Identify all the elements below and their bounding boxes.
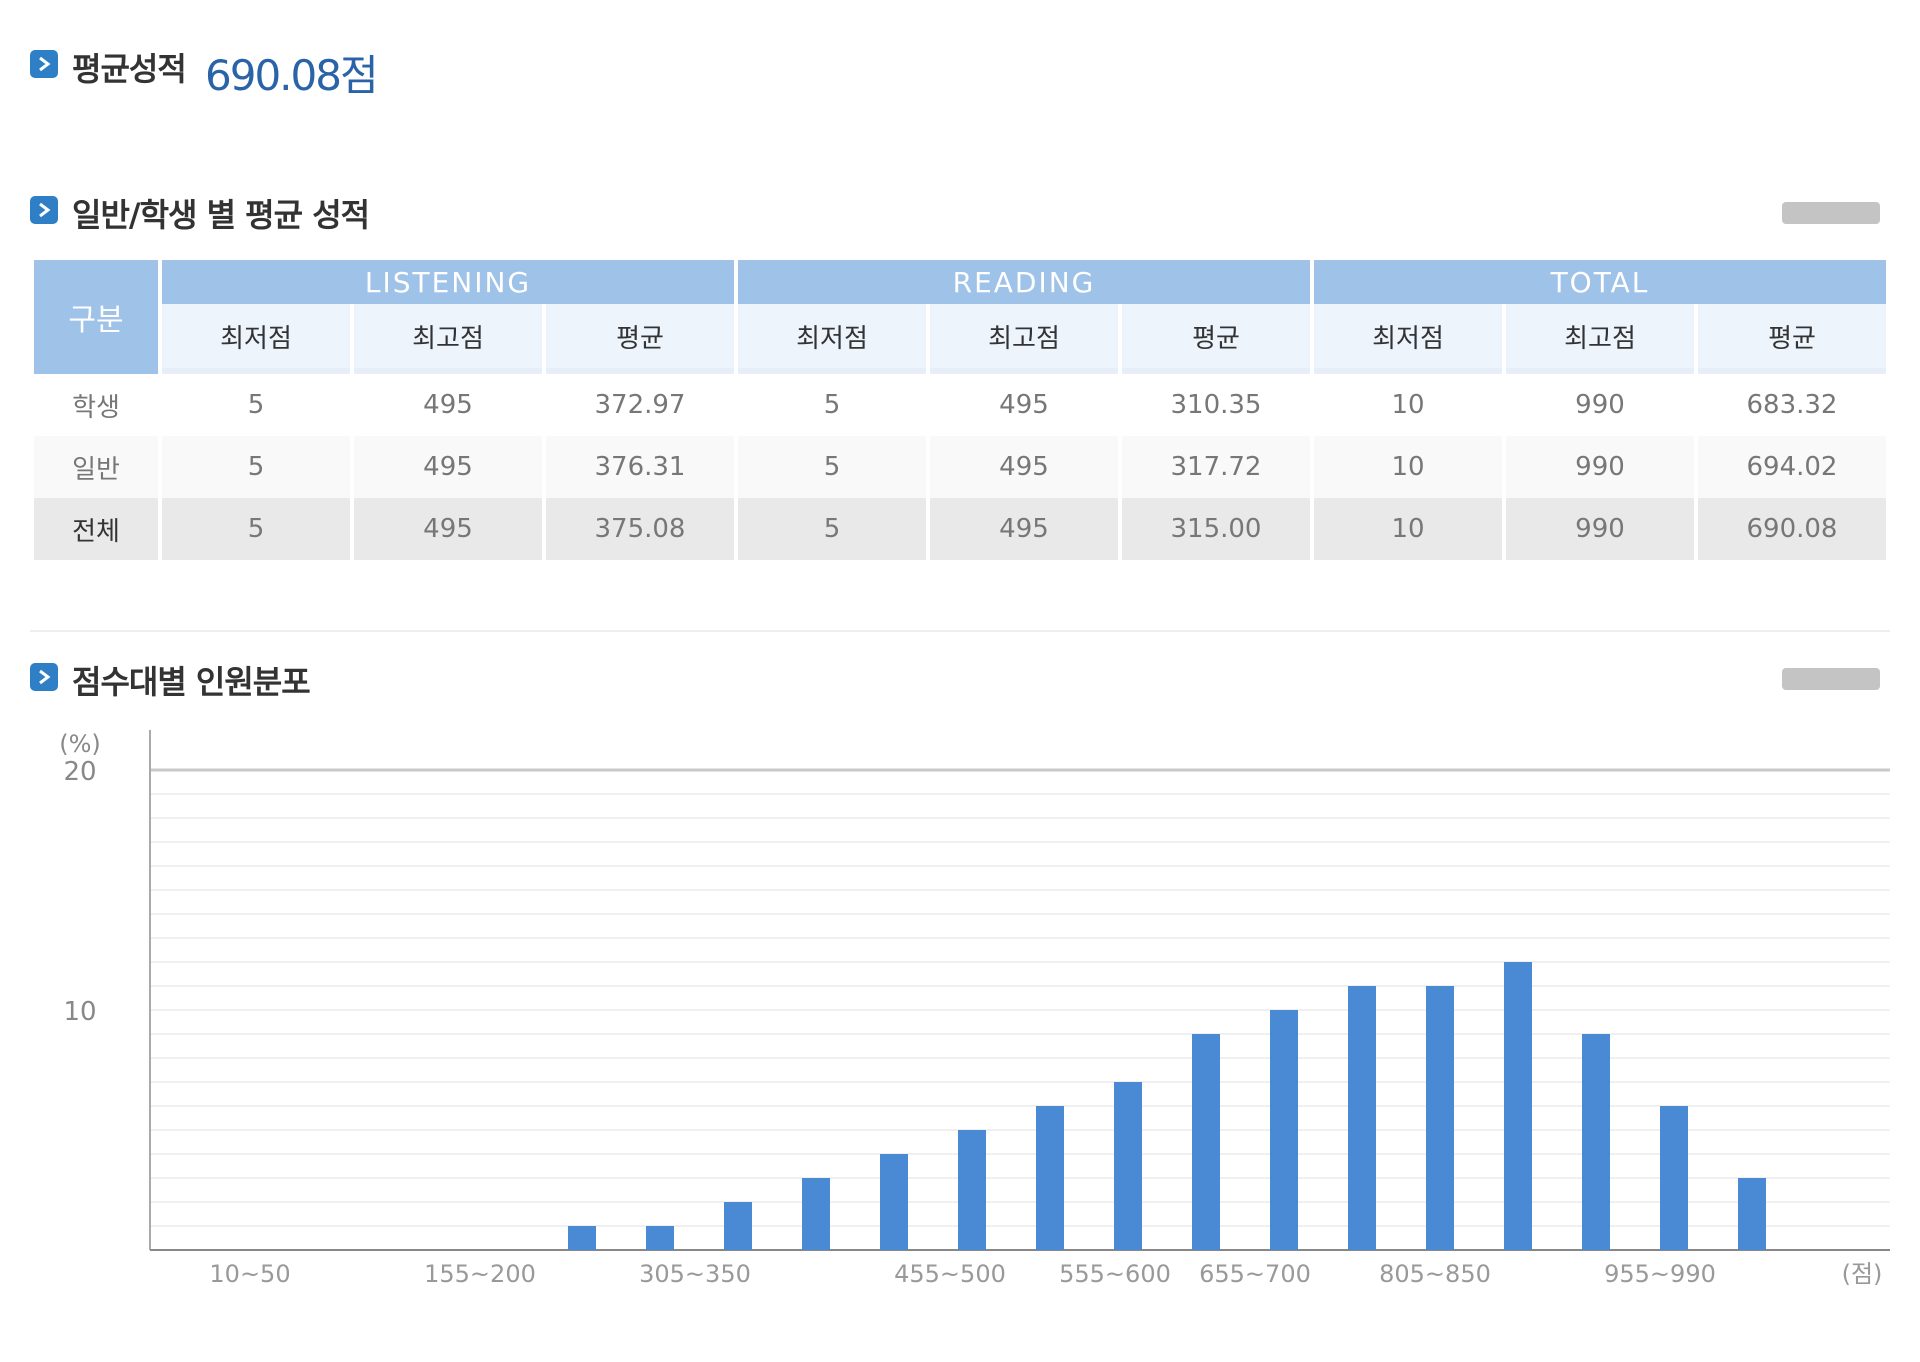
bar [1270,1010,1298,1250]
subheader-avg: 평균 [1122,304,1310,374]
table-row: 일반 5 495 376.31 5 495 317.72 10 990 694.… [34,436,1886,498]
table-cell: 990 [1506,498,1694,560]
table-cell: 5 [162,498,350,560]
bar [1192,1034,1220,1250]
header-gubun: 구분 [34,260,158,374]
table-row: 학생 5 495 372.97 5 495 310.35 10 990 683.… [34,374,1886,436]
bar [646,1226,674,1250]
table-cell: 5 [162,436,350,498]
row-label: 전체 [34,498,158,560]
table-cell: 10 [1314,436,1502,498]
bar [1426,986,1454,1250]
bar [958,1130,986,1250]
table-cell: 690.08 [1698,498,1886,560]
average-score-value: 690.08점 [205,51,379,100]
table-cell: 495 [930,374,1118,436]
table-cell: 5 [162,374,350,436]
row-label: 일반 [34,436,158,498]
x-tick-label: 955~990 [1604,1260,1716,1288]
x-tick-label: 10~50 [209,1260,290,1288]
table-cell: 317.72 [1122,436,1310,498]
table-cell: 694.02 [1698,436,1886,498]
section-divider [30,630,1890,632]
subheader-min: 최저점 [738,304,926,374]
bar [1348,986,1376,1250]
bar [1114,1082,1142,1250]
section-icon [30,196,58,224]
section-icon [30,663,58,691]
table-cell: 495 [930,436,1118,498]
bar [1036,1106,1064,1250]
table-cell: 495 [354,436,542,498]
y-tick-label: 10 [63,997,96,1027]
table-cell: 10 [1314,374,1502,436]
table-cell: 376.31 [546,436,734,498]
section-icon [30,50,58,78]
bar [880,1154,908,1250]
table-cell: 315.00 [1122,498,1310,560]
x-tick-label: 305~350 [639,1260,751,1288]
subheader-min: 최저점 [1314,304,1502,374]
y-tick-label: 20 [63,757,96,787]
table-cell: 495 [354,498,542,560]
score-table: 구분 LISTENING READING TOTAL 최저점 최고점 평균 최저… [30,260,1890,560]
bar [802,1178,830,1250]
bar [724,1202,752,1250]
x-tick-label: 155~200 [424,1260,536,1288]
chevron-right-icon [39,202,51,218]
y-axis-unit-label: (%) [59,730,101,758]
bar [1582,1034,1610,1250]
table-cell: 495 [354,374,542,436]
table-cell: 495 [930,498,1118,560]
subheader-avg: 평균 [546,304,734,374]
table-cell: 372.97 [546,374,734,436]
bar [1660,1106,1688,1250]
header-total: TOTAL [1314,260,1886,304]
subheader-max: 최고점 [930,304,1118,374]
chevron-right-icon [39,56,51,72]
table-cell: 10 [1314,498,1502,560]
subheader-max: 최고점 [354,304,542,374]
table-cell: 5 [738,498,926,560]
table-cell: 990 [1506,374,1694,436]
bar [1738,1178,1766,1250]
score-distribution-chart: 10 20(%) 10~50 155~200 305~350 455~500 555~600… [59,730,1890,1288]
x-axis-unit-label: (점) [1842,1260,1883,1288]
chevron-right-icon [39,669,51,685]
row-label: 학생 [34,374,158,436]
x-tick-label: 555~600 [1059,1260,1171,1288]
table-cell: 5 [738,436,926,498]
table-cell: 990 [1506,436,1694,498]
more-button[interactable] [1782,668,1880,690]
x-tick-label: 455~500 [894,1260,1006,1288]
more-button[interactable] [1782,202,1880,224]
average-score-title: 평균성적 [72,50,187,88]
subheader-avg: 평균 [1698,304,1886,374]
table-cell: 5 [738,374,926,436]
x-tick-label: 805~850 [1379,1260,1491,1288]
header-listening: LISTENING [162,260,734,304]
subheader-max: 최고점 [1506,304,1694,374]
bar [1504,962,1532,1250]
table-cell: 375.08 [546,498,734,560]
table-section-title: 일반/학생 별 평균 성적 [72,196,370,234]
bar [568,1226,596,1250]
chart-section-title: 점수대별 인원분포 [72,663,311,701]
table-cell: 310.35 [1122,374,1310,436]
header-reading: READING [738,260,1310,304]
subheader-min: 최저점 [162,304,350,374]
table-row: 전체 5 495 375.08 5 495 315.00 10 990 690.… [34,498,1886,560]
table-cell: 683.32 [1698,374,1886,436]
x-tick-label: 655~700 [1199,1260,1311,1288]
